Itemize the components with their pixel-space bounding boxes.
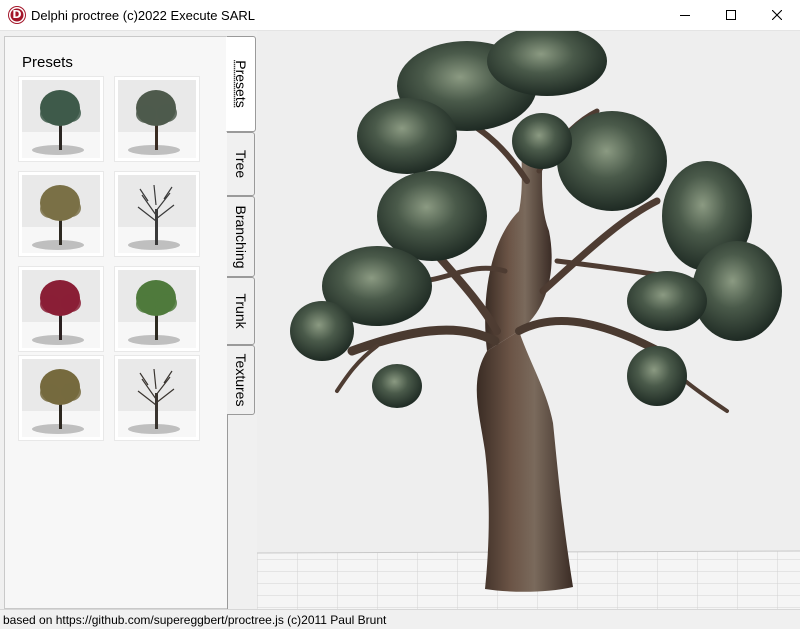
tree-preview-icon [118, 359, 196, 437]
minimize-button[interactable] [662, 0, 708, 30]
status-bar: based on https://github.com/supereggbert… [0, 609, 800, 629]
window-title: Delphi proctree (c)2022 Execute SARL [31, 8, 256, 23]
minimize-icon [680, 15, 690, 16]
preset-thumbnail-3[interactable] [18, 171, 104, 257]
tree-preview-icon [118, 175, 196, 253]
delphi-logo-icon: D [9, 7, 25, 23]
tree-preview-icon [22, 80, 100, 158]
tab-trunk[interactable]: Trunk [227, 277, 255, 345]
tab-strip: Tree Branching Trunk Textures Presets [226, 32, 257, 609]
presets-panel: Presets [4, 36, 227, 609]
tree-render [257, 31, 800, 609]
preset-thumbnail-1[interactable] [18, 76, 104, 162]
preset-thumbnail-8[interactable] [114, 355, 200, 441]
close-button[interactable] [754, 0, 800, 30]
tree-3d-viewport[interactable] [257, 31, 800, 609]
tab-textures[interactable]: Textures [227, 345, 255, 415]
preset-thumbnail-5[interactable] [18, 266, 104, 352]
maximize-icon [726, 10, 736, 20]
tab-presets[interactable]: Presets [226, 36, 256, 132]
tree-preview-icon [22, 359, 100, 437]
panel-title: Presets [22, 54, 73, 71]
tab-branching[interactable]: Branching [227, 196, 255, 277]
tab-tree[interactable]: Tree [227, 132, 255, 196]
tree-preview-icon [22, 175, 100, 253]
close-icon [772, 10, 782, 20]
tree-preview-icon [118, 80, 196, 158]
tree-preview-icon [118, 270, 196, 348]
preset-thumbnail-6[interactable] [114, 266, 200, 352]
preset-thumbnail-4[interactable] [114, 171, 200, 257]
status-text: based on https://github.com/supereggbert… [3, 613, 387, 627]
title-bar[interactable]: D Delphi proctree (c)2022 Execute SARL [0, 0, 800, 31]
preset-thumbnail-2[interactable] [114, 76, 200, 162]
maximize-button[interactable] [708, 0, 754, 30]
tree-preview-icon [22, 270, 100, 348]
preset-thumbnail-7[interactable] [18, 355, 104, 441]
